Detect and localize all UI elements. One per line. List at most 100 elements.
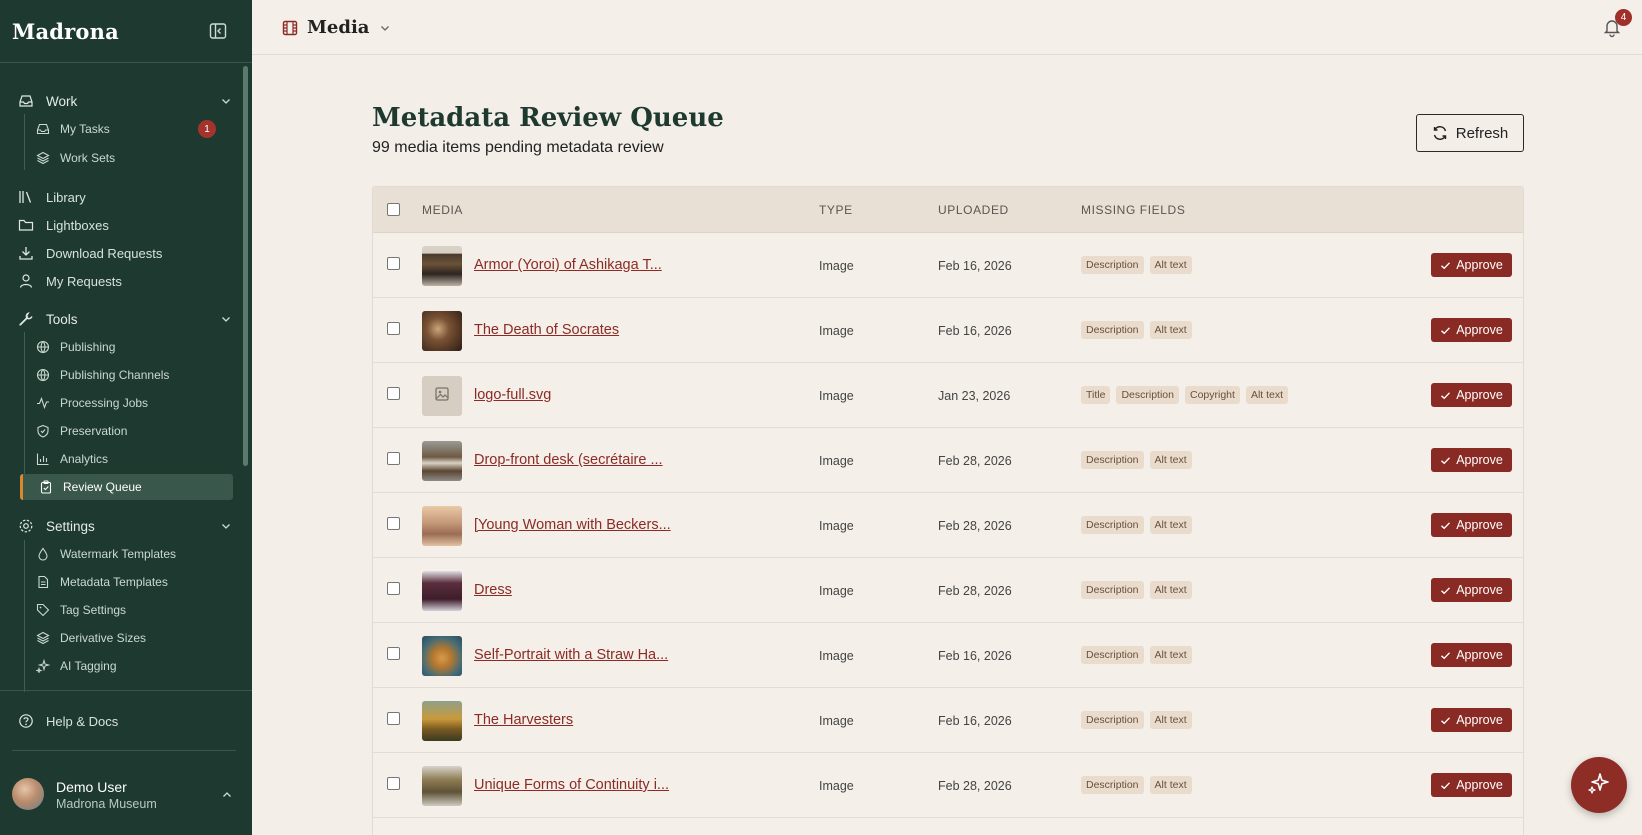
sidebar-item-preservation[interactable]: Preservation	[36, 418, 232, 444]
table-row: logo-full.svg Image Jan 23, 2026 Title Descr…	[373, 363, 1523, 428]
row-checkbox[interactable]	[387, 582, 400, 595]
help-docs-link[interactable]: Help & Docs	[18, 708, 118, 734]
media-title-link[interactable]: Armor (Yoroi) of Ashikaga T...	[474, 257, 662, 273]
page-subtitle: 99 media items pending metadata review	[372, 139, 664, 156]
sidebar-item-my-requests[interactable]: My Requests	[18, 268, 234, 294]
media-thumbnail[interactable]	[422, 571, 462, 611]
sidebar-item-derivative-sizes[interactable]: Derivative Sizes	[36, 625, 232, 651]
refresh-icon	[1432, 125, 1448, 141]
row-checkbox[interactable]	[387, 647, 400, 660]
sidebar-item-download-requests[interactable]: Download Requests	[18, 240, 234, 266]
row-checkbox[interactable]	[387, 257, 400, 270]
approve-button[interactable]: Approve	[1431, 773, 1512, 797]
media-title-link[interactable]: [Young Woman with Beckers...	[474, 517, 671, 533]
approve-button[interactable]: Approve	[1431, 708, 1512, 732]
row-checkbox[interactable]	[387, 777, 400, 790]
media-thumbnail[interactable]	[422, 376, 462, 416]
sidebar-section-settings[interactable]: Settings	[18, 513, 234, 539]
media-title-link[interactable]: Drop-front desk (secrétaire ...	[474, 452, 663, 468]
media-title-link[interactable]: The Death of Socrates	[474, 322, 619, 338]
refresh-label: Refresh	[1455, 124, 1509, 142]
user-icon	[18, 273, 34, 289]
missing-field-tag: Description	[1081, 711, 1144, 729]
sidebar-item-tag-settings[interactable]: Tag Settings	[36, 597, 232, 623]
approve-button[interactable]: Approve	[1431, 318, 1512, 342]
image-icon	[434, 386, 450, 407]
media-type: Image	[819, 259, 854, 273]
sidebar-scrollbar[interactable]	[243, 66, 248, 466]
sidebar-item-watermark-templates[interactable]: Watermark Templates	[36, 541, 232, 567]
column-header-uploaded[interactable]: UPLOADED	[938, 203, 1009, 217]
sidebar-item-publishing-channels[interactable]: Publishing Channels	[36, 362, 232, 388]
download-icon	[18, 245, 34, 261]
row-checkbox[interactable]	[387, 322, 400, 335]
media-thumbnail[interactable]	[422, 636, 462, 676]
sidebar-divider	[12, 750, 236, 751]
media-thumbnail[interactable]	[422, 766, 462, 806]
media-thumbnail[interactable]	[422, 506, 462, 546]
sidebar-item-review-queue[interactable]: Review Queue	[20, 474, 233, 500]
collapse-sidebar-icon[interactable]	[209, 22, 231, 42]
tree-line	[24, 114, 25, 170]
media-switcher[interactable]: Media	[282, 17, 391, 38]
approve-button[interactable]: Approve	[1431, 253, 1512, 277]
approve-button[interactable]: Approve	[1431, 643, 1512, 667]
media-thumbnail[interactable]	[422, 311, 462, 351]
wrench-icon	[18, 311, 34, 327]
sidebar-item-label: My Tasks	[60, 122, 110, 136]
tag-icon	[36, 603, 50, 617]
sidebar-section-work[interactable]: Work	[18, 88, 234, 114]
approve-button[interactable]: Approve	[1431, 578, 1512, 602]
media-title-link[interactable]: Dress	[474, 582, 512, 598]
missing-field-tag: Description	[1081, 776, 1144, 794]
sidebar-item-publishing[interactable]: Publishing	[36, 334, 232, 360]
check-icon	[1440, 260, 1451, 271]
refresh-button[interactable]: Refresh	[1416, 114, 1524, 152]
ai-assistant-button[interactable]	[1571, 757, 1627, 813]
approve-label: Approve	[1456, 323, 1503, 337]
approve-label: Approve	[1456, 388, 1503, 402]
media-thumbnail[interactable]	[422, 701, 462, 741]
media-type: Image	[819, 519, 854, 533]
missing-fields: Description Alt text	[1081, 321, 1192, 339]
upload-date: Feb 16, 2026	[938, 259, 1012, 273]
select-all-checkbox[interactable]	[387, 203, 400, 216]
user-menu[interactable]: Demo User Madrona Museum	[12, 776, 237, 816]
approve-button[interactable]: Approve	[1431, 513, 1512, 537]
approve-button[interactable]: Approve	[1431, 383, 1512, 407]
media-title-link[interactable]: logo-full.svg	[474, 387, 551, 403]
missing-field-tag: Alt text	[1149, 581, 1192, 599]
media-title-link[interactable]: Unique Forms of Continuity i...	[474, 777, 669, 793]
row-checkbox[interactable]	[387, 387, 400, 400]
brand-logo[interactable]: Madrona	[12, 19, 119, 44]
sidebar-item-my-tasks[interactable]: My Tasks 1	[36, 116, 232, 142]
sidebar-item-processing-jobs[interactable]: Processing Jobs	[36, 390, 232, 416]
sidebar-item-analytics[interactable]: Analytics	[36, 446, 232, 472]
sidebar-item-lightboxes[interactable]: Lightboxes	[18, 212, 234, 238]
sidebar-item-label: Derivative Sizes	[60, 631, 147, 645]
approve-label: Approve	[1456, 258, 1503, 272]
sidebar-item-library[interactable]: Library	[18, 184, 234, 210]
upload-date: Feb 16, 2026	[938, 649, 1012, 663]
media-title-link[interactable]: The Harvesters	[474, 712, 573, 728]
approve-button[interactable]: Approve	[1431, 448, 1512, 472]
media-thumbnail[interactable]	[422, 441, 462, 481]
film-icon	[282, 20, 298, 36]
media-thumbnail[interactable]	[422, 246, 462, 286]
globe-icon	[36, 368, 50, 382]
media-title-link[interactable]: Self-Portrait with a Straw Ha...	[474, 647, 668, 663]
chevron-down-icon	[379, 22, 391, 34]
missing-field-tag: Alt text	[1149, 646, 1192, 664]
sidebar-item-ai-tagging[interactable]: AI Tagging	[36, 653, 232, 679]
column-header-missing-fields[interactable]: MISSING FIELDS	[1081, 203, 1185, 217]
row-checkbox[interactable]	[387, 712, 400, 725]
row-checkbox[interactable]	[387, 517, 400, 530]
check-icon	[1440, 780, 1451, 791]
sidebar-section-tools[interactable]: Tools	[18, 306, 234, 332]
column-header-type[interactable]: TYPE	[819, 203, 853, 217]
check-icon	[1440, 455, 1451, 466]
sidebar-item-metadata-templates[interactable]: Metadata Templates	[36, 569, 232, 595]
column-header-media[interactable]: MEDIA	[422, 203, 463, 217]
sidebar-item-work-sets[interactable]: Work Sets	[36, 145, 232, 171]
row-checkbox[interactable]	[387, 452, 400, 465]
